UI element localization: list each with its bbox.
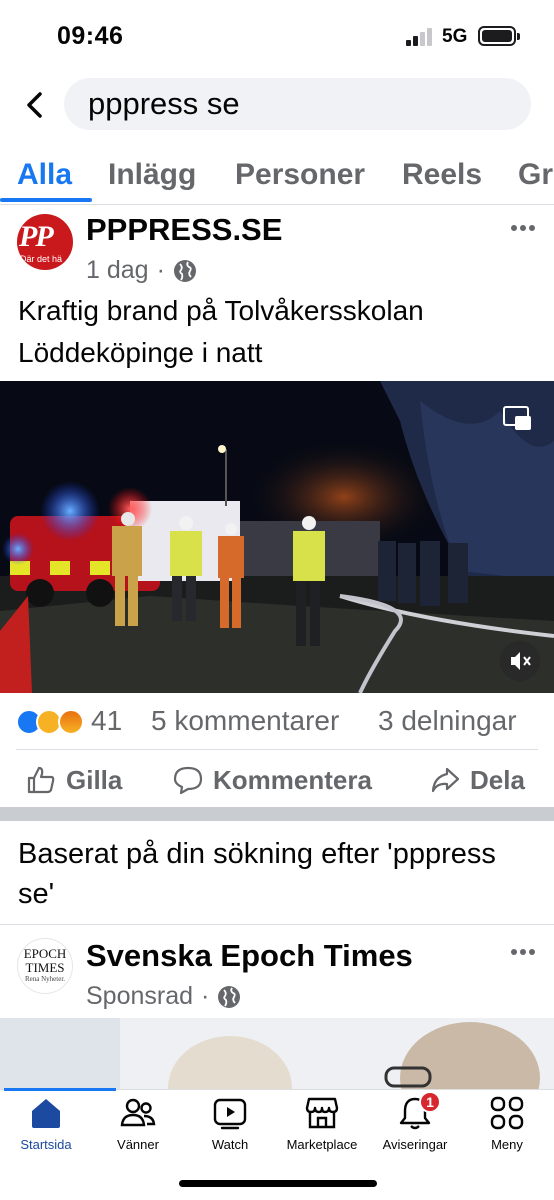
meta-separator: · [156,256,165,284]
picture-in-picture-icon[interactable] [503,406,533,432]
sponsored-label: Sponsrad [86,982,194,1010]
mute-icon[interactable] [500,641,540,681]
page-name[interactable]: PPPRESS.SE [86,212,282,248]
post-text: Kraftig brand på Tolvåkersskolan Löddekö… [18,295,424,368]
nav-notifications[interactable]: 1 Aviseringar [365,1091,465,1152]
friends-icon [120,1095,156,1131]
ad-image[interactable] [0,1018,554,1090]
page-avatar[interactable]: PP Där det hä [17,214,73,270]
tab-groups[interactable]: Gr [518,158,553,192]
section-separator [0,807,554,821]
comment-button[interactable]: Kommentera [173,760,372,800]
sponsor-avatar[interactable]: EPOCH TIMES Rena Nyheter. [17,938,73,994]
home-icon [28,1095,64,1131]
search-input[interactable]: pppress se [64,78,531,130]
fire-scene-image [0,381,554,693]
meta-separator: · [201,982,210,1010]
nav-home[interactable]: Startsida [0,1095,96,1152]
nav-watch[interactable]: Watch [180,1095,280,1152]
notification-badge: 1 [419,1091,441,1113]
active-nav-indicator [4,1088,116,1091]
share-arrow-icon [431,767,460,793]
watch-icon [212,1095,248,1131]
divider [16,749,538,750]
status-time: 09:46 [57,22,124,50]
nav-marketplace[interactable]: Marketplace [272,1095,372,1152]
thumbs-up-icon [27,766,55,794]
reaction-count: 41 [91,705,123,736]
nav-menu[interactable]: Meny [457,1095,554,1152]
post-video[interactable] [0,381,554,693]
divider [0,924,554,925]
tab-personer[interactable]: Personer [235,158,365,192]
sponsor-more-icon[interactable] [511,949,539,957]
sponsor-name[interactable]: Svenska Epoch Times [86,938,413,974]
sponsor-meta: Sponsrad · [86,982,241,1011]
globe-icon [218,985,241,1008]
tab-inlagg[interactable]: Inlägg [108,158,196,192]
search-tabs: Alla Inlägg Personer Reels Gr [0,150,554,205]
tab-alla[interactable]: Alla [17,158,72,192]
post-meta: 1 dag · [86,256,197,285]
home-indicator [179,1180,377,1187]
globe-icon [173,259,196,282]
comment-count[interactable]: 5 kommentarer [151,705,339,737]
bell-icon: 1 [397,1091,441,1131]
status-bar: 09:46 5G [0,0,554,72]
active-tab-indicator [0,198,92,202]
share-button[interactable]: Dela [430,760,525,800]
marketplace-icon [304,1095,340,1131]
post-more-icon[interactable] [511,225,539,233]
search-query: pppress se [88,86,240,121]
share-count[interactable]: 3 delningar [378,705,517,737]
back-icon[interactable] [18,88,52,122]
angry-reaction-icon [58,709,84,735]
like-button[interactable]: Gilla [26,760,122,800]
comment-bubble-icon [173,766,203,795]
network-type: 5G [442,26,468,47]
battery-icon [478,26,520,46]
suggestion-heading: Baserat på din sökning efter 'pppress se… [18,838,496,910]
tab-reels[interactable]: Reels [402,158,482,192]
nav-friends[interactable]: Vänner [88,1095,188,1152]
menu-grid-icon [489,1095,525,1131]
cellular-signal-icon [406,28,434,46]
post-time: 1 dag [86,256,149,284]
